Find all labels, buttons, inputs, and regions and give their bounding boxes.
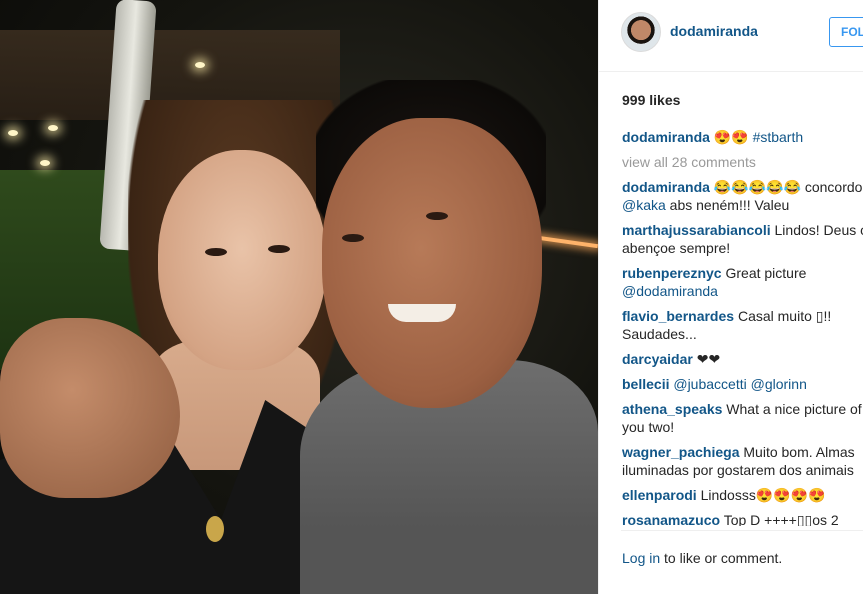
divider <box>621 530 863 531</box>
comment-username[interactable]: rubenpereznyc <box>622 265 722 281</box>
likes-count[interactable]: 999 likes <box>622 92 680 108</box>
man-eye <box>426 212 448 220</box>
garden-lamp <box>195 62 205 68</box>
comment-text: What a nice picture of <box>726 401 862 417</box>
comment-username[interactable]: darcyaidar <box>622 351 693 367</box>
caption-emoji: 😍😍 <box>713 129 749 145</box>
list-item: dodamiranda 😂😂😂😂😂 concordo @kaka abs nen… <box>622 178 863 214</box>
list-item: rosanamazuco Top D ++++▯▯os 2 <box>622 511 863 526</box>
comment-text: iluminadas por gostarem dos animais <box>622 462 854 478</box>
woman-eye <box>205 248 227 256</box>
woman-face <box>158 150 326 370</box>
list-item: bellecii @jubaccetti @glorinn <box>622 375 863 393</box>
man-smile <box>388 304 456 322</box>
list-item: ellenparodi Lindosss😍😍😍😍 <box>622 486 863 504</box>
comment-username[interactable]: athena_speaks <box>622 401 722 417</box>
pendant-necklace <box>206 516 224 542</box>
login-link[interactable]: Log in <box>622 550 660 566</box>
comment-text: abs neném!!! Valeu <box>665 197 790 213</box>
comment-text: Lindosss😍😍😍😍 <box>700 487 826 503</box>
garden-lamp <box>40 160 50 166</box>
list-item: marthajussarabiancoli Lindos! Deus os ab… <box>622 221 863 257</box>
comments-list[interactable]: dodamiranda 😍😍 #stbarth view all 28 comm… <box>622 128 863 526</box>
comment-username[interactable]: dodamiranda <box>622 179 710 195</box>
comment-text: ❤❤ <box>696 351 721 367</box>
garden-lamp <box>8 130 18 136</box>
light-strip <box>538 235 598 249</box>
mention-link[interactable]: @kaka <box>622 197 666 213</box>
hashtag-link[interactable]: #stbarth <box>753 129 804 145</box>
login-prompt-text: to like or comment. <box>660 550 783 566</box>
man-face <box>322 118 542 408</box>
list-item: wagner_pachiega Muito bom. Almas ilumina… <box>622 443 863 479</box>
comment-text: Lindos! Deus os <box>774 222 863 238</box>
comment-text: you two! <box>622 419 675 435</box>
caption: dodamiranda 😍😍 #stbarth <box>622 128 863 146</box>
comment-username[interactable]: flavio_bernardes <box>622 308 734 324</box>
list-item: athena_speaks What a nice picture of you… <box>622 400 863 436</box>
comment-text: Saudades... <box>622 326 697 342</box>
comment-text: 😂😂😂😂😂 concordo <box>713 179 863 195</box>
mention-link[interactable]: @jubaccetti <box>673 376 746 392</box>
follow-button[interactable]: FOLLOW <box>829 17 863 47</box>
comment-username[interactable]: rosanamazuco <box>622 512 720 526</box>
header-username[interactable]: dodamiranda <box>670 23 758 39</box>
login-prompt: Log in to like or comment. <box>622 550 782 566</box>
woman-eye <box>268 245 290 253</box>
view-all-comments-link[interactable]: view all 28 comments <box>622 153 863 171</box>
garden-lamp <box>48 125 58 131</box>
comment-text: abençoe sempre! <box>622 240 731 256</box>
post-side-panel: dodamiranda FOLLOW 999 likes dodamiranda… <box>598 0 863 594</box>
mention-link[interactable]: @glorinn <box>751 376 807 392</box>
mention-link[interactable]: @dodamiranda <box>622 282 863 300</box>
list-item: darcyaidar ❤❤ <box>622 350 863 368</box>
comment-text: Muito bom. Almas <box>743 444 855 460</box>
comment-username[interactable]: marthajussarabiancoli <box>622 222 771 238</box>
man-eye <box>342 234 364 242</box>
post-header: dodamiranda FOLLOW <box>599 0 863 72</box>
caption-username[interactable]: dodamiranda <box>622 129 710 145</box>
comment-text: Great picture <box>725 265 807 281</box>
comment-username[interactable]: ellenparodi <box>622 487 697 503</box>
comment-username[interactable]: bellecii <box>622 376 669 392</box>
comment-username[interactable]: wagner_pachiega <box>622 444 740 460</box>
comment-text: Top D ++++▯▯os 2 <box>723 512 839 526</box>
avatar[interactable] <box>621 12 661 52</box>
list-item: rubenpereznyc Great picture @dodamiranda <box>622 264 863 300</box>
post-photo <box>0 0 598 594</box>
comment-text: Casal muito ▯!! <box>737 308 832 324</box>
list-item: flavio_bernardes Casal muito ▯!! Saudade… <box>622 307 863 343</box>
